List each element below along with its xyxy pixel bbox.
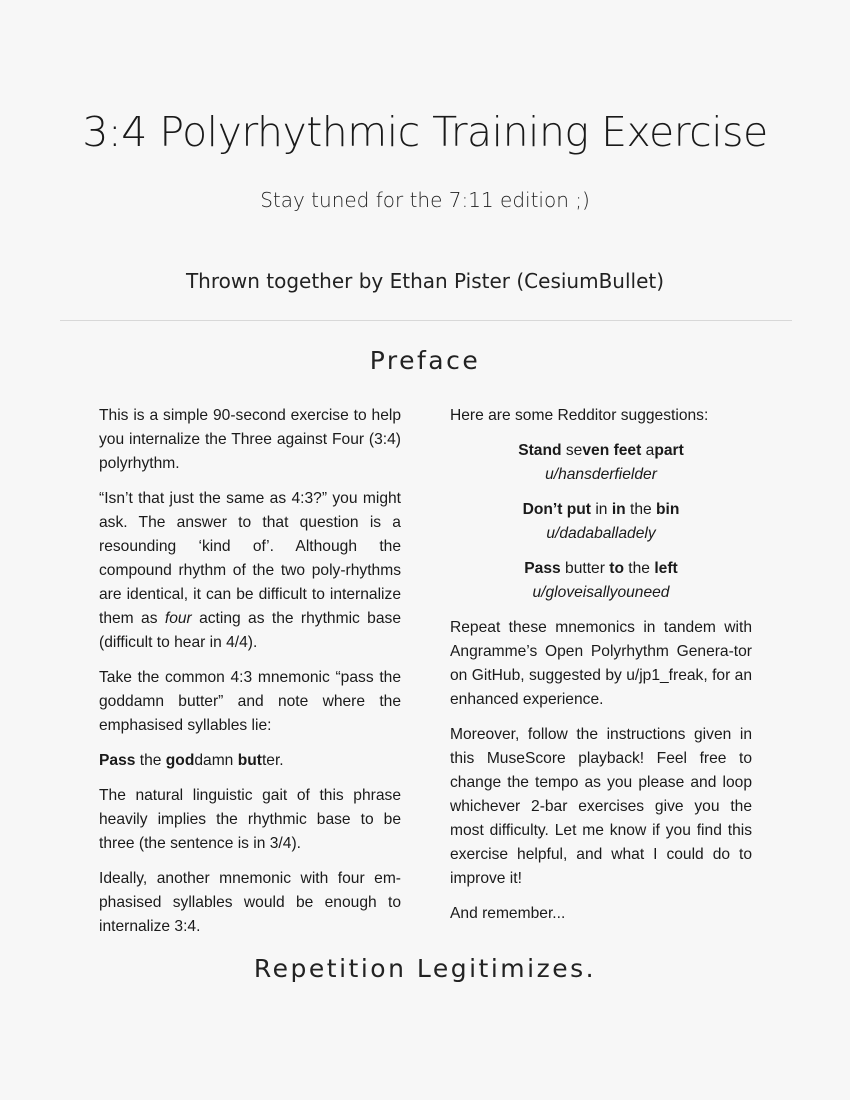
- closing-motto: Repetition Legitimizes.: [253, 954, 597, 983]
- suggestion-phrase: Pass butter to the left: [450, 557, 752, 581]
- paragraph-suggestions-intro: Here are some Redditor suggestions:: [450, 407, 709, 424]
- paragraph-moreover: Moreover, follow the instructions given …: [450, 726, 752, 887]
- suggestion-list: Stand seven feet apart u/hansderfielder Do…: [450, 439, 752, 605]
- suggestion-username: u/hansderfielder: [545, 466, 657, 483]
- syllable-the: the: [135, 752, 166, 769]
- suggestion-phrase-part: left: [654, 560, 678, 577]
- left-column: This is a simple 90-second exercise to h…: [99, 404, 401, 950]
- syllable-but: but: [237, 752, 262, 769]
- suggestion-phrase-part: the: [625, 501, 657, 518]
- suggestion-phrase-part: bin: [656, 501, 680, 518]
- suggestion-phrase-part: se: [561, 442, 583, 459]
- suggestion-phrase: Don’t put in in the bin: [450, 498, 752, 522]
- paragraph-remember: And remember...: [450, 905, 566, 922]
- paragraph-mnemonic: Take the common 4:3 mnemonic “pass the g…: [99, 669, 401, 734]
- document-title: 3:4 Polyrhythmic Training Exercise: [82, 108, 768, 156]
- suggestion-phrase-part: Don’t put: [522, 501, 591, 518]
- emphasis-four: four: [164, 610, 192, 627]
- syllable-damn: damn: [194, 752, 238, 769]
- suggestion-item: Stand seven feet apart u/hansderfielder: [450, 439, 752, 487]
- suggestion-phrase-part: a: [641, 442, 655, 459]
- suggestion-phrase-part: to: [609, 560, 624, 577]
- author-line: Thrown together by Ethan Pister (CesiumB…: [185, 269, 665, 293]
- paragraph-gait: The natural linguistic gait of this phra…: [99, 787, 401, 852]
- suggestion-phrase-part: feet: [613, 442, 642, 459]
- suggestion-item: Don’t put in in the bin u/dadaballadely: [450, 498, 752, 546]
- suggestion-phrase-part: butter: [560, 560, 610, 577]
- suggestion-phrase-part: in: [611, 501, 626, 518]
- suggestion-item: Pass butter to the left u/gloveisallyoune…: [450, 557, 752, 605]
- suggestion-phrase: Stand seven feet apart: [450, 439, 752, 463]
- suggestion-username: u/gloveisallyouneed: [532, 584, 670, 601]
- syllable-pass: Pass: [99, 752, 136, 769]
- horizontal-divider: [60, 320, 792, 321]
- suggestion-phrase-part: ven: [582, 442, 610, 459]
- document-page: 3:4 Polyrhythmic Training Exercise Stay …: [0, 0, 850, 1100]
- paragraph-intro: This is a simple 90-second exercise to h…: [99, 407, 401, 472]
- suggestion-username: u/dadaballadely: [546, 525, 656, 542]
- paragraph-ideally: Ideally, another mnemonic with four em-p…: [99, 870, 401, 935]
- preface-heading: Preface: [369, 346, 481, 375]
- syllable-god: god: [165, 752, 195, 769]
- suggestion-phrase-part: in: [591, 501, 612, 518]
- right-column: Here are some Redditor suggestions: Stan…: [450, 404, 752, 937]
- paragraph-syllables: Pass the goddamn butter.: [99, 749, 401, 773]
- suggestion-phrase-part: Pass: [524, 560, 561, 577]
- suggestion-phrase-part: Stand: [518, 442, 562, 459]
- paragraph-question: “Isn’t that just the same as 4:3?” you m…: [99, 487, 401, 655]
- syllable-ter: ter.: [261, 752, 284, 769]
- suggestion-phrase-part: part: [654, 442, 684, 459]
- document-subtitle: Stay tuned for the 7:11 edition ;): [260, 188, 590, 212]
- question-text-a: “Isn’t that just the same as 4:3?” you m…: [99, 490, 401, 627]
- suggestion-phrase-part: the: [623, 560, 655, 577]
- paragraph-repeat: Repeat these mnemonics in tandem with An…: [450, 619, 752, 708]
